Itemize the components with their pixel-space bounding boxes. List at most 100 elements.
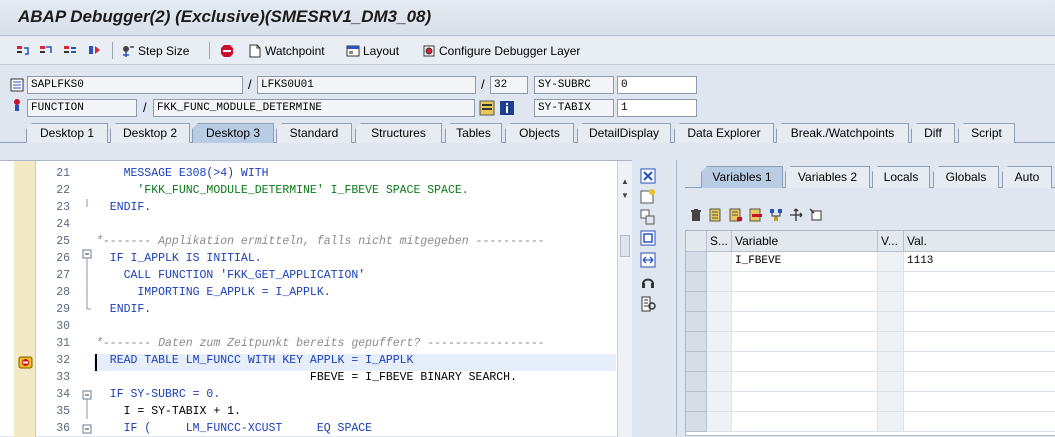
column-header-v[interactable]: V... — [878, 231, 904, 252]
tab-break-watchpoints[interactable]: Break./Watchpoints — [776, 123, 909, 143]
column-header-variable[interactable]: Variable — [732, 231, 878, 252]
code-line[interactable]: IF ( LM_FUNCC-XCUST EQ SPACE — [96, 422, 372, 435]
cell-variable[interactable] — [732, 352, 878, 372]
tab-data-explorer[interactable]: Data Explorer — [674, 123, 774, 143]
cell[interactable] — [707, 292, 732, 312]
row-selector[interactable] — [686, 412, 707, 432]
cell-variable[interactable] — [732, 312, 878, 332]
cell[interactable] — [878, 252, 904, 272]
subrc-value-field[interactable]: 0 — [617, 76, 697, 94]
insert-row-icon[interactable] — [709, 208, 723, 222]
row-selector[interactable] — [686, 272, 707, 292]
code-line[interactable]: CALL FUNCTION 'FKK_GET_APPLICATION' — [96, 269, 366, 282]
cell[interactable] — [878, 412, 904, 432]
continue-button[interactable] — [88, 42, 102, 60]
cell[interactable] — [707, 332, 732, 352]
delete-row-icon[interactable] — [749, 208, 763, 222]
tab-auto[interactable]: Auto — [1002, 166, 1052, 188]
cell-val[interactable]: 1113 — [904, 252, 1055, 272]
close-icon[interactable] — [640, 168, 656, 184]
step-into-button[interactable] — [16, 42, 30, 60]
cell[interactable] — [878, 352, 904, 372]
tab-script[interactable]: Script — [958, 123, 1015, 143]
source-code-pane[interactable]: 21 22 23 24 25 26 27 28 29 30 31 32 33 34 35 36 MESSAGE… — [0, 160, 632, 437]
step-size-button[interactable]: Step Size — [121, 42, 189, 60]
configure-layer-button[interactable]: Configure Debugger Layer — [422, 42, 580, 60]
code-line[interactable]: *------- Applikation ermitteln, falls ni… — [96, 235, 545, 248]
cell-val[interactable] — [904, 412, 1055, 432]
scroll-thumb[interactable] — [620, 235, 630, 257]
row-selector-header[interactable] — [686, 231, 707, 252]
row-selector[interactable] — [686, 352, 707, 372]
row-selector[interactable] — [686, 252, 707, 272]
row-selector[interactable] — [686, 312, 707, 332]
column-header-val[interactable]: Val. — [904, 231, 1055, 252]
cell[interactable] — [878, 272, 904, 292]
cell[interactable] — [707, 312, 732, 332]
event-name-field[interactable]: FKK_FUNC_MODULE_DETERMINE — [153, 99, 475, 117]
cell[interactable] — [707, 352, 732, 372]
tab-desktop-2[interactable]: Desktop 2 — [110, 123, 190, 143]
replace-tool-icon[interactable] — [640, 209, 656, 225]
cell-val[interactable] — [904, 312, 1055, 332]
hierarchy-icon[interactable] — [769, 208, 783, 222]
tab-standard[interactable]: Standard — [276, 123, 352, 143]
variables-table[interactable]: S... Variable V... Val. I_FBEVE 1113 — [685, 230, 1055, 436]
source-scrollbar[interactable]: ▲ ▼ — [617, 161, 632, 437]
tab-structures[interactable]: Structures — [355, 123, 442, 143]
cell-val[interactable] — [904, 332, 1055, 352]
program-field[interactable]: SAPLFKS0 — [27, 76, 243, 94]
code-line[interactable]: I = SY-TABIX + 1. — [96, 405, 241, 418]
scroll-down-arrow[interactable]: ▼ — [621, 191, 629, 200]
code-line[interactable]: 'FKK_FUNC_MODULE_DETERMINE' I_FBEVE SPAC… — [96, 184, 468, 197]
maximize-icon[interactable] — [640, 230, 656, 246]
tab-variables-1[interactable]: Variables 1 — [701, 166, 783, 188]
row-selector[interactable] — [686, 292, 707, 312]
layout-button[interactable]: Layout — [346, 42, 399, 60]
tab-tables[interactable]: Tables — [445, 123, 502, 143]
cell-val[interactable] — [904, 372, 1055, 392]
cell-val[interactable] — [904, 352, 1055, 372]
cell[interactable] — [707, 392, 732, 412]
append-row-icon[interactable] — [729, 208, 743, 222]
tabix-value-field[interactable]: 1 — [617, 99, 697, 117]
cell-variable[interactable] — [732, 272, 878, 292]
event-type-field[interactable]: FUNCTION — [27, 99, 137, 117]
navigate-icon[interactable] — [789, 208, 803, 222]
cell[interactable] — [707, 252, 732, 272]
cell[interactable] — [878, 332, 904, 352]
cell[interactable] — [707, 412, 732, 432]
code-line[interactable]: IMPORTING E_APPLK = I_APPLK. — [96, 286, 330, 299]
cell[interactable] — [878, 292, 904, 312]
cell-val[interactable] — [904, 392, 1055, 412]
cell[interactable] — [878, 372, 904, 392]
step-over-button[interactable] — [39, 42, 53, 60]
step-return-button[interactable] — [63, 42, 77, 60]
code-line[interactable]: FBEVE = I_FBEVE BINARY SEARCH. — [96, 371, 517, 384]
code-line[interactable]: *------- Daten zum Zeitpunkt bereits gep… — [96, 337, 545, 350]
cell-variable[interactable] — [732, 372, 878, 392]
settings-tool-icon[interactable] — [640, 296, 656, 312]
tab-desktop-3[interactable]: Desktop 3 — [192, 123, 274, 143]
tab-globals[interactable]: Globals — [933, 166, 999, 188]
tab-diff[interactable]: Diff — [911, 123, 955, 143]
line-field[interactable]: 32 — [490, 76, 528, 94]
info-icon[interactable] — [499, 100, 515, 116]
row-selector[interactable] — [686, 332, 707, 352]
services-icon[interactable] — [640, 274, 656, 290]
source-display-icon[interactable] — [479, 100, 495, 116]
scroll-up-arrow[interactable]: ▲ — [621, 177, 629, 186]
swap-icon[interactable] — [640, 252, 656, 268]
tab-detaildisplay[interactable]: DetailDisplay — [577, 123, 671, 143]
breakpoint-gutter[interactable] — [14, 161, 36, 437]
cell[interactable] — [707, 372, 732, 392]
cell-val[interactable] — [904, 292, 1055, 312]
cell-variable[interactable] — [732, 332, 878, 352]
tab-locals[interactable]: Locals — [872, 166, 930, 188]
code-line[interactable]: ENDIF. — [96, 303, 151, 316]
delete-icon[interactable] — [689, 208, 703, 222]
cell-variable[interactable]: I_FBEVE — [732, 252, 878, 272]
row-selector[interactable] — [686, 372, 707, 392]
tab-desktop-1[interactable]: Desktop 1 — [26, 123, 108, 143]
column-header-s[interactable]: S... — [707, 231, 732, 252]
